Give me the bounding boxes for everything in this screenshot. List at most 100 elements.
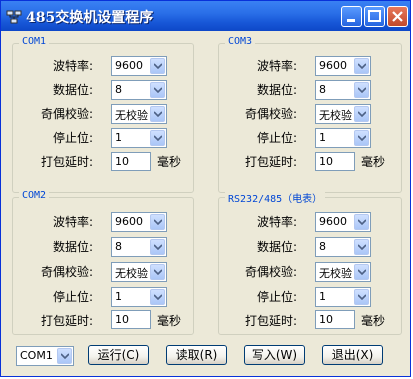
chevron-down-icon[interactable] (150, 82, 165, 98)
databits-label: 数据位: (256, 240, 297, 254)
parity-label: 奇偶校验: (244, 265, 297, 279)
read-button[interactable]: 读取(R) (166, 345, 227, 365)
databits-value: 8 (319, 83, 326, 96)
delay-input[interactable]: 10 (111, 310, 151, 329)
window-title: 485交换机设置程序 (26, 10, 154, 26)
databits-value: 8 (115, 240, 122, 253)
delay-input[interactable]: 10 (315, 152, 355, 171)
stopbits-select[interactable]: 1 (111, 128, 167, 148)
write-button[interactable]: 写入(W) (244, 345, 305, 365)
delay-unit: 毫秒 (361, 155, 386, 169)
baud-label: 波特率: (256, 59, 297, 73)
parity-label: 奇偶校验: (40, 107, 93, 121)
parity-select[interactable]: 无校验 (315, 104, 371, 124)
baud-label: 波特率: (52, 215, 93, 229)
stopbits-label: 停止位: (256, 290, 297, 304)
parity-value: 无校验 (319, 267, 352, 280)
chevron-down-icon[interactable] (57, 348, 72, 364)
baud-select[interactable]: 9600 (315, 56, 371, 76)
client-area: COM1 波特率: 9600 数据位: 8 奇偶校验: 无校验 停止位: 1 打… (4, 31, 407, 375)
parity-select[interactable]: 无校验 (111, 104, 167, 124)
delay-unit: 毫秒 (361, 314, 386, 328)
port-value: COM1 (20, 349, 53, 362)
chevron-down-icon[interactable] (354, 214, 369, 230)
baud-value: 9600 (319, 215, 347, 228)
delay-label: 打包延时: (40, 155, 93, 169)
baud-select[interactable]: 9600 (111, 212, 167, 232)
stopbits-select[interactable]: 1 (315, 128, 371, 148)
baud-value: 9600 (115, 59, 143, 72)
chevron-down-icon[interactable] (354, 130, 369, 146)
group-com2: COM2 波特率: 9600 数据位: 8 奇偶校验: 无校验 停止位: 1 打… (12, 190, 194, 335)
databits-select[interactable]: 8 (111, 237, 167, 257)
parity-label: 奇偶校验: (40, 265, 93, 279)
delay-value: 10 (319, 313, 333, 326)
chevron-down-icon[interactable] (354, 239, 369, 255)
maximize-button[interactable] (364, 6, 385, 27)
chevron-down-icon[interactable] (150, 214, 165, 230)
baud-label: 波特率: (52, 59, 93, 73)
close-button[interactable] (387, 6, 408, 27)
delay-input[interactable]: 10 (315, 310, 355, 329)
delay-value: 10 (115, 155, 129, 168)
title-bar[interactable]: 485交换机设置程序 (1, 1, 410, 31)
group-rs232-485: RS232/485（电表） 波特率: 9600 数据位: 8 奇偶校验: 无校验… (218, 190, 402, 335)
baud-select[interactable]: 9600 (315, 212, 371, 232)
run-button[interactable]: 运行(C) (88, 345, 149, 365)
databits-label: 数据位: (256, 83, 297, 97)
databits-value: 8 (319, 240, 326, 253)
delay-label: 打包延时: (244, 155, 297, 169)
delay-value: 10 (115, 313, 129, 326)
chevron-down-icon[interactable] (150, 130, 165, 146)
chevron-down-icon[interactable] (354, 264, 369, 280)
delay-input[interactable]: 10 (111, 152, 151, 171)
exit-button[interactable]: 退出(X) (322, 345, 383, 365)
parity-select[interactable]: 无校验 (111, 262, 167, 282)
chevron-down-icon[interactable] (150, 239, 165, 255)
databits-select[interactable]: 8 (315, 237, 371, 257)
stopbits-label: 停止位: (52, 290, 93, 304)
parity-value: 无校验 (115, 267, 148, 280)
stopbits-value: 1 (319, 290, 326, 303)
app-window: 485交换机设置程序 COM1 波特率: 9600 数据位: 8 奇偶校验: 无… (0, 0, 411, 377)
chevron-down-icon[interactable] (150, 106, 165, 122)
minimize-button[interactable] (341, 6, 362, 27)
delay-label: 打包延时: (244, 314, 297, 328)
baud-value: 9600 (319, 59, 347, 72)
baud-value: 9600 (115, 215, 143, 228)
databits-select[interactable]: 8 (315, 80, 371, 100)
group-title: COM3 (225, 36, 256, 47)
stopbits-select[interactable]: 1 (111, 287, 167, 307)
delay-label: 打包延时: (40, 314, 93, 328)
baud-label: 波特率: (256, 215, 297, 229)
stopbits-value: 1 (115, 131, 122, 144)
databits-select[interactable]: 8 (111, 80, 167, 100)
stopbits-select[interactable]: 1 (315, 287, 371, 307)
chevron-down-icon[interactable] (150, 264, 165, 280)
group-title: COM2 (19, 190, 50, 201)
parity-value: 无校验 (319, 109, 352, 122)
parity-value: 无校验 (115, 109, 148, 122)
chevron-down-icon[interactable] (150, 58, 165, 74)
chevron-down-icon[interactable] (354, 289, 369, 305)
delay-value: 10 (319, 155, 333, 168)
stopbits-value: 1 (319, 131, 326, 144)
group-com3: COM3 波特率: 9600 数据位: 8 奇偶校验: 无校验 停止位: 1 打… (218, 36, 402, 193)
delay-unit: 毫秒 (157, 314, 182, 328)
chevron-down-icon[interactable] (150, 289, 165, 305)
network-icon (6, 9, 22, 24)
group-com1: COM1 波特率: 9600 数据位: 8 奇偶校验: 无校验 停止位: 1 打… (12, 36, 194, 193)
chevron-down-icon[interactable] (354, 58, 369, 74)
delay-unit: 毫秒 (157, 155, 182, 169)
parity-select[interactable]: 无校验 (315, 262, 371, 282)
group-title: COM1 (19, 36, 50, 47)
baud-select[interactable]: 9600 (111, 56, 167, 76)
port-select[interactable]: COM1 (16, 346, 74, 366)
chevron-down-icon[interactable] (354, 106, 369, 122)
stopbits-value: 1 (115, 290, 122, 303)
databits-label: 数据位: (52, 83, 93, 97)
group-title: RS232/485（电表） (225, 190, 326, 205)
stopbits-label: 停止位: (256, 131, 297, 145)
chevron-down-icon[interactable] (354, 82, 369, 98)
stopbits-label: 停止位: (52, 131, 93, 145)
